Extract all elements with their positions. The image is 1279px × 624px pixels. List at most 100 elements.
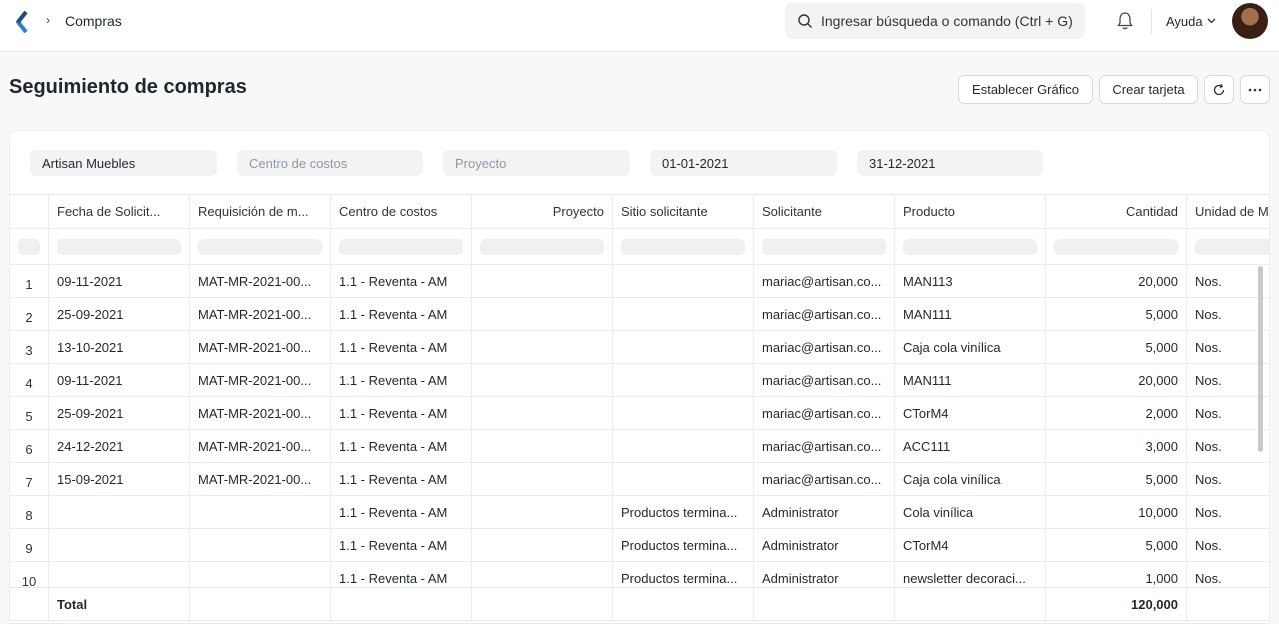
column-header-date[interactable]: Fecha de Solicit... <box>49 195 190 229</box>
cell-product[interactable]: MAN113 <box>895 265 1046 298</box>
filter-input[interactable] <box>198 239 322 255</box>
cell-quantity[interactable]: 20,000 <box>1046 364 1187 397</box>
cell-product[interactable]: Cola vinílica <box>895 496 1046 529</box>
cell-uom[interactable]: Nos. <box>1187 529 1269 562</box>
table-row[interactable]: 2 25-09-2021 MAT-MR-2021-00... 1.1 - Revent… <box>10 298 1269 331</box>
cell-requester[interactable]: mariac@artisan.co... <box>754 397 895 430</box>
cell-requester[interactable]: mariac@artisan.co... <box>754 331 895 364</box>
cell-requisition[interactable]: MAT-MR-2021-00... <box>190 430 331 463</box>
cell-site[interactable] <box>613 265 754 298</box>
row-number[interactable]: 4 <box>10 364 49 397</box>
filter-input[interactable] <box>1195 239 1269 255</box>
cell-product[interactable]: MAN111 <box>895 364 1046 397</box>
cell-requisition[interactable]: MAT-MR-2021-00... <box>190 463 331 496</box>
cell-product[interactable]: Caja cola vinílica <box>895 463 1046 496</box>
cell-project[interactable] <box>472 364 613 397</box>
search-input[interactable]: Ingresar búsqueda o comando (Ctrl + G) <box>821 13 1073 29</box>
cell-date[interactable]: 25-09-2021 <box>49 298 190 331</box>
cell-requester[interactable]: Administrator <box>754 529 895 562</box>
table-row[interactable]: 1 09-11-2021 MAT-MR-2021-00... 1.1 - Revent… <box>10 265 1269 298</box>
cell-requester[interactable]: mariac@artisan.co... <box>754 463 895 496</box>
table-row[interactable]: 3 13-10-2021 MAT-MR-2021-00... 1.1 - Revent… <box>10 331 1269 364</box>
cell-quantity[interactable]: 5,000 <box>1046 529 1187 562</box>
cell-quantity[interactable]: 2,000 <box>1046 397 1187 430</box>
cell-date[interactable]: 13-10-2021 <box>49 331 190 364</box>
column-header-cost-center[interactable]: Centro de costos <box>331 195 472 229</box>
cell-requisition[interactable]: MAT-MR-2021-00... <box>190 397 331 430</box>
user-avatar[interactable] <box>1232 3 1268 39</box>
filter-input[interactable] <box>1054 239 1178 255</box>
cell-site[interactable] <box>613 331 754 364</box>
cell-product[interactable]: Caja cola vinílica <box>895 331 1046 364</box>
cell-requisition[interactable] <box>190 529 331 562</box>
breadcrumb-compras[interactable]: Compras <box>65 13 122 29</box>
row-number[interactable]: 3 <box>10 331 49 364</box>
to-date-filter[interactable]: 31-12-2021 <box>857 150 1043 176</box>
cell-cost-center[interactable]: 1.1 - Reventa - AM <box>331 265 472 298</box>
company-filter[interactable]: Artisan Muebles <box>30 150 217 176</box>
cell-site[interactable]: Productos termina... <box>613 496 754 529</box>
column-header-requisition[interactable]: Requisición de m... <box>190 195 331 229</box>
cell-cost-center[interactable]: 1.1 - Reventa - AM <box>331 364 472 397</box>
cell-site[interactable] <box>613 430 754 463</box>
cell-date[interactable] <box>49 496 190 529</box>
cell-project[interactable] <box>472 430 613 463</box>
from-date-filter[interactable]: 01-01-2021 <box>650 150 837 176</box>
column-header-requester[interactable]: Solicitante <box>754 195 895 229</box>
cell-date[interactable]: 25-09-2021 <box>49 397 190 430</box>
cell-product[interactable]: CTorM4 <box>895 397 1046 430</box>
filter-input[interactable] <box>480 239 604 255</box>
filter-input[interactable] <box>762 239 886 255</box>
cell-date[interactable]: 15-09-2021 <box>49 463 190 496</box>
row-number[interactable]: 9 <box>10 529 49 562</box>
cell-cost-center[interactable]: 1.1 - Reventa - AM <box>331 463 472 496</box>
row-number[interactable]: 7 <box>10 463 49 496</box>
table-row[interactable]: 4 09-11-2021 MAT-MR-2021-00... 1.1 - Revent… <box>10 364 1269 397</box>
cell-requisition[interactable]: MAT-MR-2021-00... <box>190 298 331 331</box>
notification-bell-icon[interactable] <box>1116 11 1134 31</box>
column-header-product[interactable]: Producto <box>895 195 1046 229</box>
filter-input[interactable] <box>903 239 1037 255</box>
cell-cost-center[interactable]: 1.1 - Reventa - AM <box>331 397 472 430</box>
row-number[interactable]: 1 <box>10 265 49 298</box>
column-header-uom[interactable]: Unidad de M <box>1187 195 1269 229</box>
chevron-down-icon[interactable] <box>1207 18 1216 24</box>
cell-cost-center[interactable]: 1.1 - Reventa - AM <box>331 298 472 331</box>
cell-quantity[interactable]: 10,000 <box>1046 496 1187 529</box>
cell-uom[interactable]: Nos. <box>1187 496 1269 529</box>
cell-requisition[interactable]: MAT-MR-2021-00... <box>190 364 331 397</box>
cell-requester[interactable]: mariac@artisan.co... <box>754 265 895 298</box>
filter-input[interactable] <box>18 239 40 255</box>
vertical-scrollbar[interactable] <box>1258 266 1263 452</box>
cost-center-filter[interactable]: Centro de costos <box>237 150 423 176</box>
filter-input[interactable] <box>621 239 745 255</box>
cell-requester[interactable]: Administrator <box>754 496 895 529</box>
cell-project[interactable] <box>472 331 613 364</box>
cell-date[interactable] <box>49 529 190 562</box>
row-number[interactable]: 8 <box>10 496 49 529</box>
cell-project[interactable] <box>472 265 613 298</box>
create-card-button[interactable]: Crear tarjeta <box>1099 75 1198 104</box>
cell-quantity[interactable]: 5,000 <box>1046 331 1187 364</box>
app-logo-icon[interactable] <box>14 10 30 34</box>
cell-project[interactable] <box>472 463 613 496</box>
cell-requester[interactable]: mariac@artisan.co... <box>754 364 895 397</box>
cell-uom[interactable]: Nos. <box>1187 463 1269 496</box>
set-chart-button[interactable]: Establecer Gráfico <box>958 75 1093 104</box>
row-number[interactable]: 5 <box>10 397 49 430</box>
table-row[interactable]: 9 1.1 - Reventa - AM Productos termina... A… <box>10 529 1269 562</box>
filter-input[interactable] <box>339 239 463 255</box>
cell-requisition[interactable]: MAT-MR-2021-00... <box>190 265 331 298</box>
cell-site[interactable]: Productos termina... <box>613 529 754 562</box>
filter-input[interactable] <box>57 239 181 255</box>
cell-date[interactable]: 09-11-2021 <box>49 364 190 397</box>
cell-requester[interactable]: mariac@artisan.co... <box>754 298 895 331</box>
cell-cost-center[interactable]: 1.1 - Reventa - AM <box>331 331 472 364</box>
cell-cost-center[interactable]: 1.1 - Reventa - AM <box>331 496 472 529</box>
cell-quantity[interactable]: 5,000 <box>1046 298 1187 331</box>
cell-site[interactable] <box>613 463 754 496</box>
cell-date[interactable]: 24-12-2021 <box>49 430 190 463</box>
cell-site[interactable] <box>613 364 754 397</box>
cell-project[interactable] <box>472 397 613 430</box>
cell-date[interactable]: 09-11-2021 <box>49 265 190 298</box>
